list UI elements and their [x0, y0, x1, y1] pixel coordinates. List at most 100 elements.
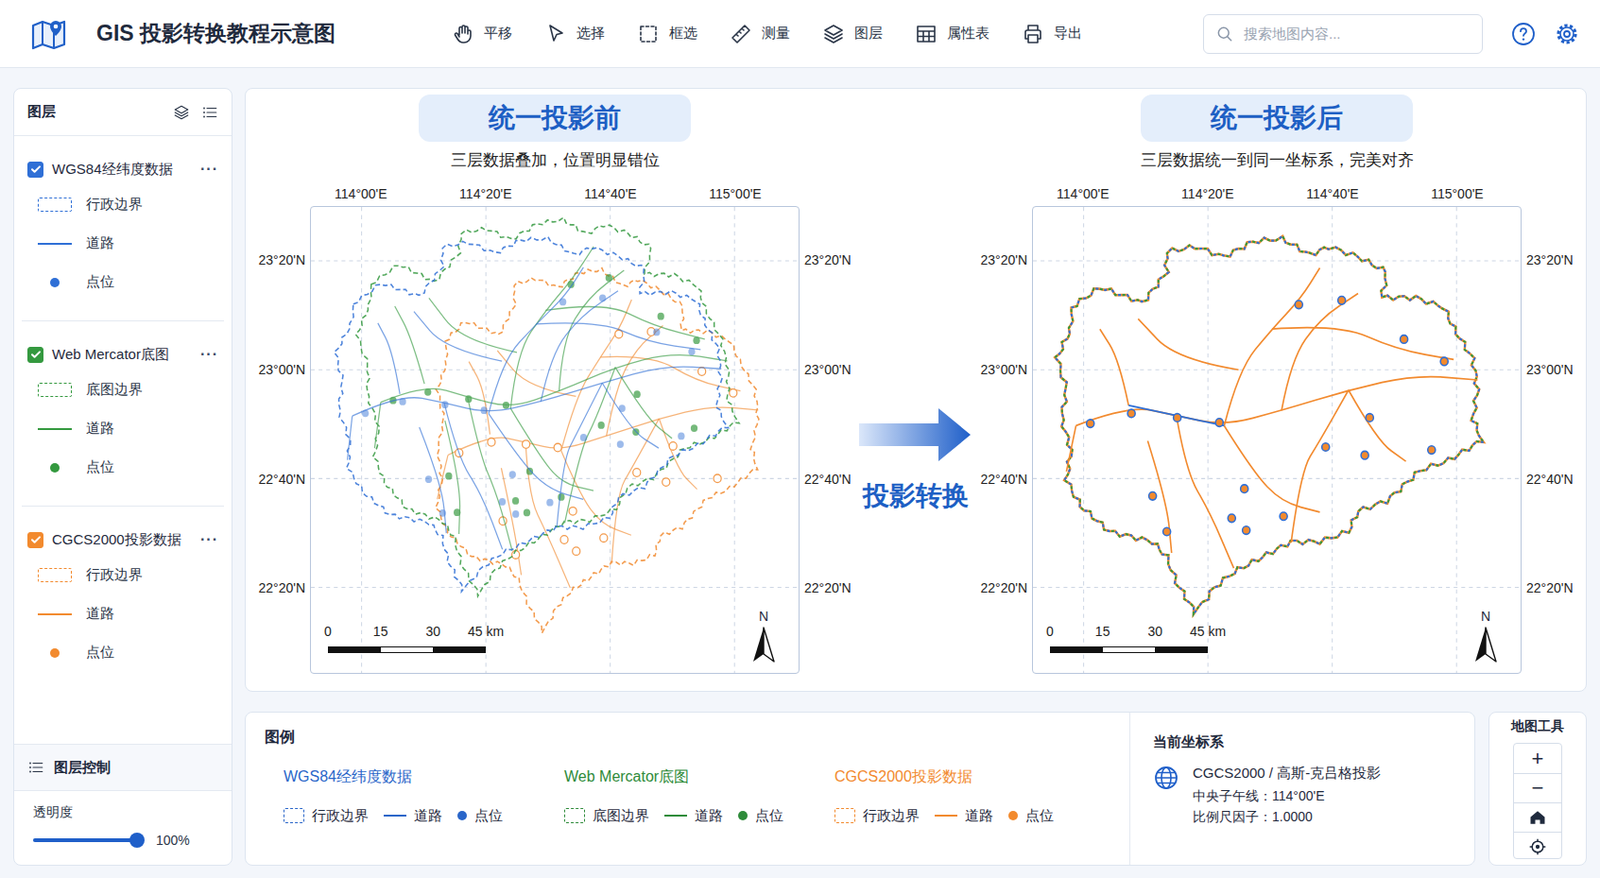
road-line [444, 402, 503, 550]
scale-label: 0 [1046, 623, 1054, 639]
point-marker [557, 493, 565, 501]
slider-knob[interactable] [129, 832, 145, 848]
point-swatch [457, 810, 467, 821]
point-marker [512, 550, 520, 560]
legend-label: 点位 [86, 273, 115, 292]
map-tools: 地图工具 +− [1488, 711, 1587, 866]
layers-icon[interactable] [172, 103, 190, 121]
point-marker [1149, 492, 1157, 501]
point-marker [698, 367, 706, 377]
list-part [201, 103, 219, 121]
scale-bar: 0153045 km [327, 623, 494, 662]
layer-group: CGCS2000投影数据···行政边界道路点位 [21, 506, 224, 691]
legend-label: 道路 [86, 604, 115, 623]
layer-legend-item: 行政边界 [36, 555, 224, 595]
toolbar-button[interactable]: 测量 [729, 22, 791, 46]
legend-items: 行政边界道路点位 [283, 805, 565, 826]
map-tools-title: 地图工具 [1511, 718, 1565, 738]
list-icon[interactable] [201, 103, 219, 121]
search-input[interactable] [1241, 24, 1471, 43]
search-part [1215, 24, 1235, 44]
toolbar-button[interactable]: 图层 [822, 22, 883, 46]
swatch-shape [37, 242, 72, 245]
axis-tick: 114°40'E [1306, 186, 1360, 202]
point-marker [560, 535, 568, 545]
layer-checkbox[interactable] [27, 161, 44, 178]
gear-icon[interactable] [1554, 21, 1580, 47]
map-view: 统一投影后三层数据统一到同一坐标系，完美对齐114°00'E114°20'E11… [975, 88, 1579, 691]
point-marker [572, 547, 581, 556]
check-part [32, 536, 40, 542]
zoom-in-button[interactable]: + [1513, 743, 1562, 774]
axis-tick: 114°00'E [334, 186, 388, 202]
toolbar-button[interactable]: 属性表 [914, 22, 990, 46]
axis-tick: 22°20'N [258, 580, 306, 596]
point-marker [605, 274, 613, 282]
toolbar: 平移 选择 框选 测量 图层 属性表 导出 [451, 22, 1083, 46]
point-marker [1127, 409, 1136, 418]
transform-label: 投影转换 [862, 478, 969, 515]
legend-label: 点位 [86, 643, 115, 662]
layer-row: WGS84经纬度数据··· [21, 153, 224, 186]
app-title: GIS 投影转换教程示意图 [96, 18, 336, 49]
header-icons [1511, 21, 1580, 47]
toolbar-button[interactable]: 框选 [636, 22, 698, 46]
road-line [1066, 425, 1076, 471]
point-swatch [738, 810, 748, 821]
legend-group-name: WGS84经纬度数据 [283, 767, 565, 789]
swatch-shape [50, 277, 60, 288]
hand-icon [451, 22, 475, 46]
latitude-axis: 23°20'N23°00'N22°40'N22°20'N [253, 206, 310, 674]
printer-icon [1021, 22, 1045, 46]
help-icon[interactable] [1511, 21, 1536, 47]
layer-control-header: 图层控制 [14, 743, 232, 792]
point-marker [617, 440, 624, 448]
layer-menu-button[interactable]: ··· [200, 160, 219, 178]
slider-fill [33, 838, 138, 843]
corner [975, 172, 1033, 207]
north-arrow-part-part [753, 627, 764, 662]
toolbar-button[interactable]: 导出 [1021, 22, 1083, 46]
toolbar-button[interactable]: 选择 [544, 22, 605, 46]
legend-label: 底图边界 [592, 807, 650, 826]
legend-items: 行政边界道路点位 [834, 805, 1111, 826]
locate-part-part [1530, 839, 1547, 856]
scale-segment [328, 647, 381, 653]
road-line [525, 442, 570, 588]
layer-group: Web Mercator底图···底图边界道路点位 [21, 321, 224, 507]
legend-panel: 图例WGS84经纬度数据行政边界道路点位Web Mercator底图底图边界道路… [244, 711, 1476, 866]
scale-segment [1154, 647, 1207, 653]
opacity-slider[interactable] [33, 838, 138, 843]
layer-panel-header: 图层 [14, 88, 232, 137]
road-line [535, 323, 701, 350]
legend-label: 点位 [1025, 807, 1054, 826]
grid-line [310, 586, 799, 588]
ruler-part-part [732, 25, 750, 43]
layer-menu-button[interactable]: ··· [200, 531, 219, 549]
road-line [1348, 390, 1407, 462]
legend-groups: WGS84经纬度数据行政边界道路点位Web Mercator底图底图边界道路点位… [264, 767, 1111, 826]
axis-tick: 22°20'N [980, 580, 1028, 596]
toolbar-button[interactable]: 平移 [451, 22, 513, 46]
locate-icon [1528, 837, 1548, 857]
longitude-axis: 114°00'E114°20'E114°40'E115°00'E [1032, 172, 1522, 207]
map-canvas[interactable]: 0153045 kmN [309, 206, 800, 674]
point-swatch [1008, 810, 1018, 821]
locate-button[interactable] [1513, 831, 1562, 860]
home-button[interactable] [1513, 802, 1562, 832]
layer-menu-button[interactable]: ··· [200, 345, 219, 363]
scale-label: 15 [373, 623, 389, 639]
point-marker [445, 472, 452, 481]
table-icon [914, 22, 938, 46]
road-line [488, 267, 584, 414]
grid-line [1032, 478, 1521, 480]
layer-checkbox[interactable] [27, 346, 44, 363]
point-marker [439, 509, 447, 517]
map-canvas[interactable]: 0153045 kmN [1032, 206, 1522, 674]
layer-checkbox[interactable] [27, 532, 44, 549]
longitude-axis: 114°00'E114°20'E114°40'E115°00'E [309, 172, 800, 207]
layer-panel: 图层WGS84经纬度数据···行政边界道路点位Web Mercator底图···… [13, 87, 233, 866]
zoom-out-button[interactable]: − [1513, 773, 1562, 803]
layer-row: Web Mercator底图··· [21, 338, 224, 371]
corner [253, 172, 310, 207]
